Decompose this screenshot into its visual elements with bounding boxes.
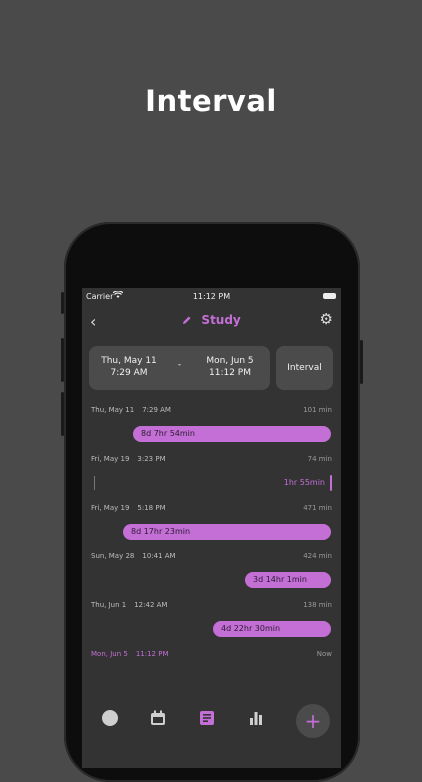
nav-title: Study xyxy=(201,313,241,327)
entry-time: 12:42 AM xyxy=(134,601,168,609)
plus-icon: + xyxy=(304,709,322,733)
range-end-time: 11:12 PM xyxy=(209,368,251,378)
tab-calendar[interactable] xyxy=(148,710,168,730)
entry-date: Thu, Jun 1 xyxy=(91,601,127,609)
tab-log[interactable] xyxy=(197,710,217,730)
entry-duration: 138 min xyxy=(303,601,332,609)
interval-bar[interactable]: 3d 14hr 1min xyxy=(245,572,331,588)
side-button-left-1 xyxy=(61,292,64,314)
add-button[interactable]: + xyxy=(296,704,330,738)
tab-bar: + xyxy=(82,698,341,748)
range-end[interactable]: Mon, Jun 5 11:12 PM xyxy=(195,355,265,379)
gear-icon[interactable]: ⚙ xyxy=(320,310,333,328)
entry-date: Thu, May 11 xyxy=(91,406,135,414)
entry-time: 10:41 AM xyxy=(142,552,176,560)
range-end-date: Mon, Jun 5 xyxy=(206,356,254,366)
timeline-entry-label: Mon, Jun 5 11:12 PM xyxy=(91,650,169,658)
calendar-icon xyxy=(150,710,166,730)
timeline-tick xyxy=(94,476,95,490)
interval-short-label[interactable]: 1hr 55min xyxy=(284,478,325,487)
log-icon xyxy=(199,710,215,730)
view-mode-button[interactable]: Interval xyxy=(276,346,333,390)
entry-time: 3:23 PM xyxy=(137,455,166,463)
entry-duration: 101 min xyxy=(303,406,332,414)
entry-duration: 74 min xyxy=(307,455,332,463)
side-button-right xyxy=(360,340,363,384)
nav-title-group: Study xyxy=(82,313,341,327)
entry-now-label: Now xyxy=(316,650,332,658)
interval-bar[interactable]: 8d 7hr 54min xyxy=(133,426,331,442)
side-button-left-3 xyxy=(61,392,64,436)
timeline-entry-label: Thu, Jun 1 12:42 AM xyxy=(91,601,167,609)
interval-bar[interactable]: 8d 17hr 23min xyxy=(123,524,331,540)
timeline-entry-label: Thu, May 11 7:29 AM xyxy=(91,406,171,414)
status-time: 11:12 PM xyxy=(192,292,231,301)
pencil-icon[interactable] xyxy=(182,313,201,327)
entry-duration: 471 min xyxy=(303,504,332,512)
entry-duration: 424 min xyxy=(303,552,332,560)
app-screen: Carrier 11:12 PM ‹ Study ⚙ Thu, May 11 7… xyxy=(82,288,341,768)
entry-date: Fri, May 19 xyxy=(91,504,130,512)
entry-time: 5:18 PM xyxy=(137,504,166,512)
side-button-left-2 xyxy=(61,338,64,382)
entry-date: Sun, May 28 xyxy=(91,552,135,560)
view-mode-label: Interval xyxy=(287,363,322,373)
timeline-entry-label: Fri, May 19 3:23 PM xyxy=(91,455,166,463)
entry-date: Mon, Jun 5 xyxy=(91,650,128,658)
date-range-selector[interactable]: Thu, May 11 7:29 AM - Mon, Jun 5 11:12 P… xyxy=(89,346,270,390)
entry-time: 7:29 AM xyxy=(142,406,171,414)
promo-headline: Interval xyxy=(145,84,277,118)
nav-bar: ‹ Study ⚙ xyxy=(82,310,341,332)
interval-short-bar[interactable] xyxy=(330,475,332,491)
entry-time: 11:12 PM xyxy=(135,650,169,658)
entry-date: Fri, May 19 xyxy=(91,455,130,463)
interval-bar[interactable]: 4d 22hr 30min xyxy=(213,621,331,637)
status-bar: Carrier 11:12 PM xyxy=(82,288,341,306)
timeline-entry-label: Sun, May 28 10:41 AM xyxy=(91,552,176,560)
tab-stats[interactable] xyxy=(246,710,266,730)
bar-chart-icon xyxy=(248,710,264,730)
timeline-entry-label: Fri, May 19 5:18 PM xyxy=(91,504,166,512)
circle-icon xyxy=(101,709,119,731)
tab-timer[interactable] xyxy=(100,710,120,730)
battery-icon xyxy=(323,293,336,299)
